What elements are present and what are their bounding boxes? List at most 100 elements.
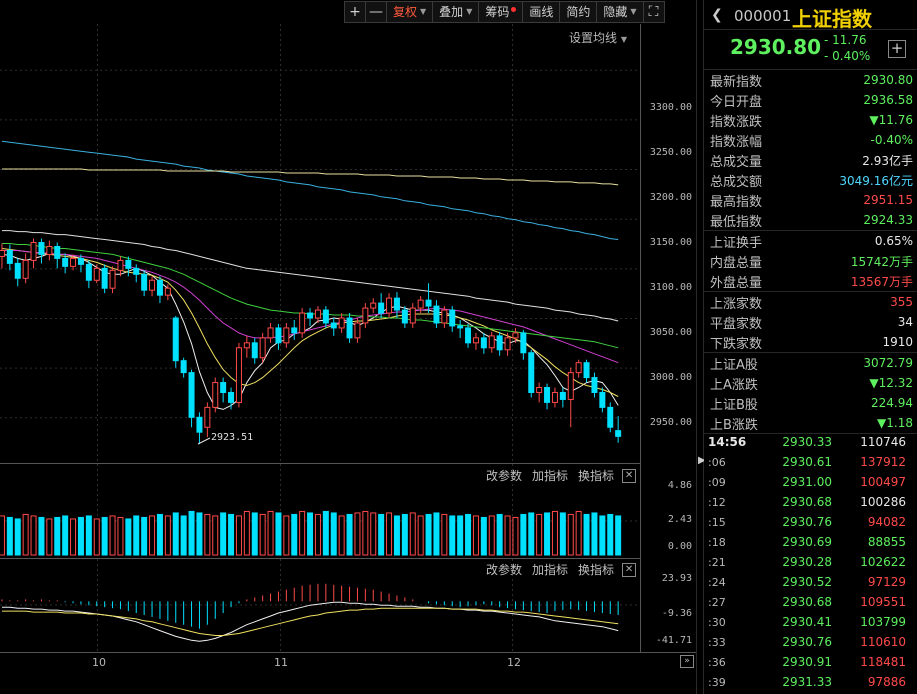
macd-tick: -9.36: [661, 608, 692, 619]
candle: [283, 322, 290, 348]
stat-row: 外盘总量 13567万手: [704, 271, 917, 291]
stat-label: 指数涨跌: [710, 114, 763, 130]
candle-body: [307, 312, 314, 319]
hide-dropdown[interactable]: 隐藏 ▼: [596, 1, 644, 23]
macd-dea-line: [2, 607, 619, 636]
volume-bar: [544, 512, 551, 556]
volume-bar: [425, 513, 432, 556]
candle: [54, 242, 61, 269]
stat-row: 上A涨跌 ▼12.32: [704, 373, 917, 393]
volume-bar: [607, 513, 614, 556]
date-label: 12: [507, 656, 521, 669]
tick-row: :33 2930.76 110610: [704, 632, 917, 652]
candle-body: [228, 391, 235, 403]
candle: [93, 264, 100, 284]
stat-row: 下跌家数 1910: [704, 332, 917, 352]
chevron-left-icon[interactable]: ❮: [711, 7, 723, 23]
candle-body: [607, 406, 614, 428]
volume-bar: [401, 513, 408, 556]
add-indicator-button[interactable]: 加指标: [532, 561, 568, 578]
volume-bar: [504, 515, 511, 556]
zoom-out-button[interactable]: —: [365, 1, 387, 23]
close-icon[interactable]: ✕: [622, 562, 637, 577]
volume-bar: [370, 512, 377, 556]
close-icon[interactable]: ✕: [622, 468, 637, 483]
candle: [575, 359, 582, 378]
tick-list[interactable]: 14:56 2930.33 110746:06 2930.61 137912:09 293…: [704, 432, 917, 694]
candle-body: [275, 327, 282, 344]
volume-bar: [267, 510, 274, 556]
volume-bar: [322, 510, 329, 556]
candle: [188, 369, 195, 428]
set-moving-average-dropdown[interactable]: 设置均线 ▼: [569, 29, 627, 46]
candle-body: [378, 302, 385, 314]
tick-volume: 110746: [860, 435, 906, 449]
scroll-right-button[interactable]: »: [680, 655, 694, 668]
candle: [496, 331, 503, 356]
candle: [409, 303, 416, 328]
adjust-dropdown[interactable]: 复权 ▼: [386, 1, 434, 23]
candle-body: [220, 382, 227, 393]
volume-bar: [46, 518, 53, 556]
volume-bar: [141, 516, 148, 556]
tick-time: :21: [708, 555, 726, 569]
stat-label: 上证A股: [710, 357, 758, 373]
tick-time: :36: [708, 655, 726, 669]
volume-bar: [551, 510, 558, 556]
tick-volume: 103799: [860, 615, 906, 629]
current-price: 2930.80: [730, 35, 822, 59]
stat-row: 指数涨跌 ▼11.76: [704, 110, 917, 130]
candle-body: [544, 387, 551, 403]
tick-row: :09 2931.00 100497: [704, 472, 917, 492]
change-params-button[interactable]: 改参数: [486, 467, 522, 484]
candle-body: [615, 430, 622, 437]
panel-divider[interactable]: ▶: [696, 0, 706, 694]
candle-body: [583, 362, 590, 379]
candle: [243, 335, 250, 358]
stat-label: 上涨家数: [710, 296, 763, 312]
candle: [472, 332, 479, 350]
change-params-button[interactable]: 改参数: [486, 561, 522, 578]
chip-distribution-button[interactable]: 筹码: [478, 1, 524, 23]
stats-group: 上证A股 3072.79 上A涨跌 ▼12.32 上证B股 224.94 上B涨跌 ▼1.18: [704, 353, 917, 434]
date-label: 10: [92, 656, 106, 669]
tick-volume: 110610: [860, 635, 906, 649]
volume-bar: [85, 515, 92, 556]
candle-body: [393, 297, 400, 311]
draw-line-button[interactable]: 画线: [522, 1, 561, 23]
stat-value: 224.94: [871, 396, 913, 410]
candle: [449, 306, 456, 332]
add-watchlist-button[interactable]: +: [888, 40, 906, 58]
stat-value: 34: [897, 315, 913, 329]
overlay-dropdown[interactable]: 叠加 ▼: [432, 1, 480, 23]
index-name: 上证指数: [792, 7, 872, 31]
stat-label: 最低指数: [710, 214, 763, 230]
zoom-in-button[interactable]: +: [344, 1, 366, 23]
switch-indicator-button[interactable]: 换指标: [578, 561, 614, 578]
candle: [488, 331, 495, 353]
candle: [583, 359, 590, 383]
candle-body: [22, 259, 29, 279]
tick-time: :27: [708, 595, 726, 609]
stat-value: 2930.80: [863, 73, 913, 87]
tick-row: :18 2930.69 88855: [704, 532, 917, 552]
price-tick: 2950.00: [649, 417, 692, 428]
stat-value: 3072.79: [863, 356, 913, 370]
volume-bar: [307, 512, 314, 556]
switch-indicator-button[interactable]: 换指标: [578, 467, 614, 484]
candle-body: [77, 257, 84, 265]
fullscreen-button[interactable]: ⛶: [642, 1, 665, 23]
candle: [536, 382, 543, 403]
volume-bar: [243, 510, 250, 556]
candle-body: [480, 337, 487, 349]
candle-body: [449, 309, 456, 327]
simple-mode-button[interactable]: 简约: [559, 1, 598, 23]
tick-time: :39: [708, 675, 726, 689]
candle-body: [504, 337, 511, 351]
candle: [291, 319, 298, 340]
kline-chart-canvas[interactable]: [0, 0, 696, 694]
add-indicator-button[interactable]: 加指标: [532, 467, 568, 484]
volume-bar: [480, 516, 487, 556]
stat-value: ▼11.76: [869, 113, 913, 127]
stat-row: 平盘家数 34: [704, 312, 917, 332]
